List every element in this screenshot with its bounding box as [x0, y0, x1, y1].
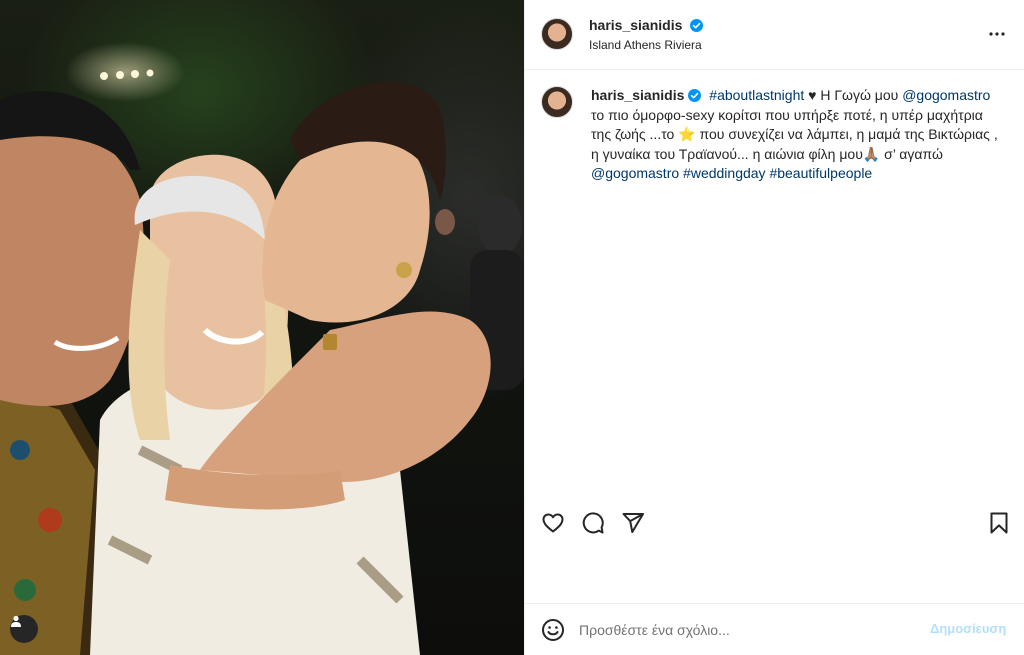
comment-input[interactable]: [579, 620, 909, 640]
post-sidebar: haris_sianidis Island Athens Riviera har…: [524, 0, 1024, 655]
mention-link[interactable]: @gogomastro: [902, 87, 990, 103]
hashtag-link[interactable]: #beautifulpeople: [769, 165, 872, 181]
verified-badge-icon: [688, 89, 702, 102]
caption-author-username[interactable]: haris_sianidis: [591, 87, 702, 103]
hashtag-link[interactable]: #aboutlastnight: [709, 87, 804, 103]
author-avatar[interactable]: [541, 18, 573, 50]
post-comment-button[interactable]: Δημοσίευση: [930, 621, 1006, 636]
caption-author-avatar[interactable]: [541, 86, 573, 118]
author-username[interactable]: haris_sianidis: [589, 17, 704, 33]
caption-segment: το πιο όμορφο-sexy κορίτσι που υπήρξε πο…: [591, 106, 998, 162]
post-location[interactable]: Island Athens Riviera: [589, 38, 702, 52]
user-tag-icon: [11, 615, 21, 627]
bookmark-icon[interactable]: [987, 511, 1011, 535]
caption-segment: ♥ Η Γωγώ μου: [804, 87, 903, 103]
more-horizontal-icon[interactable]: [985, 22, 1009, 46]
caption-text: haris_sianidis #aboutlastnight ♥ Η Γωγώ …: [591, 86, 1001, 184]
comment-bar: Δημοσίευση: [525, 603, 1024, 655]
emoji-icon[interactable]: [541, 618, 565, 642]
heart-icon[interactable]: [541, 511, 565, 535]
post-photo[interactable]: [0, 0, 524, 655]
string-lights: [100, 69, 154, 80]
mention-link[interactable]: @gogomastro: [591, 165, 679, 181]
photo-illustration: [0, 69, 524, 655]
post-actions: [525, 505, 1024, 541]
verified-badge-icon: [690, 19, 704, 32]
post-header: haris_sianidis Island Athens Riviera: [525, 0, 1024, 70]
caption-author-username-text[interactable]: haris_sianidis: [591, 87, 684, 103]
share-icon[interactable]: [621, 511, 645, 535]
author-username-text[interactable]: haris_sianidis: [589, 17, 682, 33]
hashtag-link[interactable]: #weddingday: [683, 165, 766, 181]
comment-icon[interactable]: [581, 511, 605, 535]
user-tag-button[interactable]: [10, 615, 38, 643]
